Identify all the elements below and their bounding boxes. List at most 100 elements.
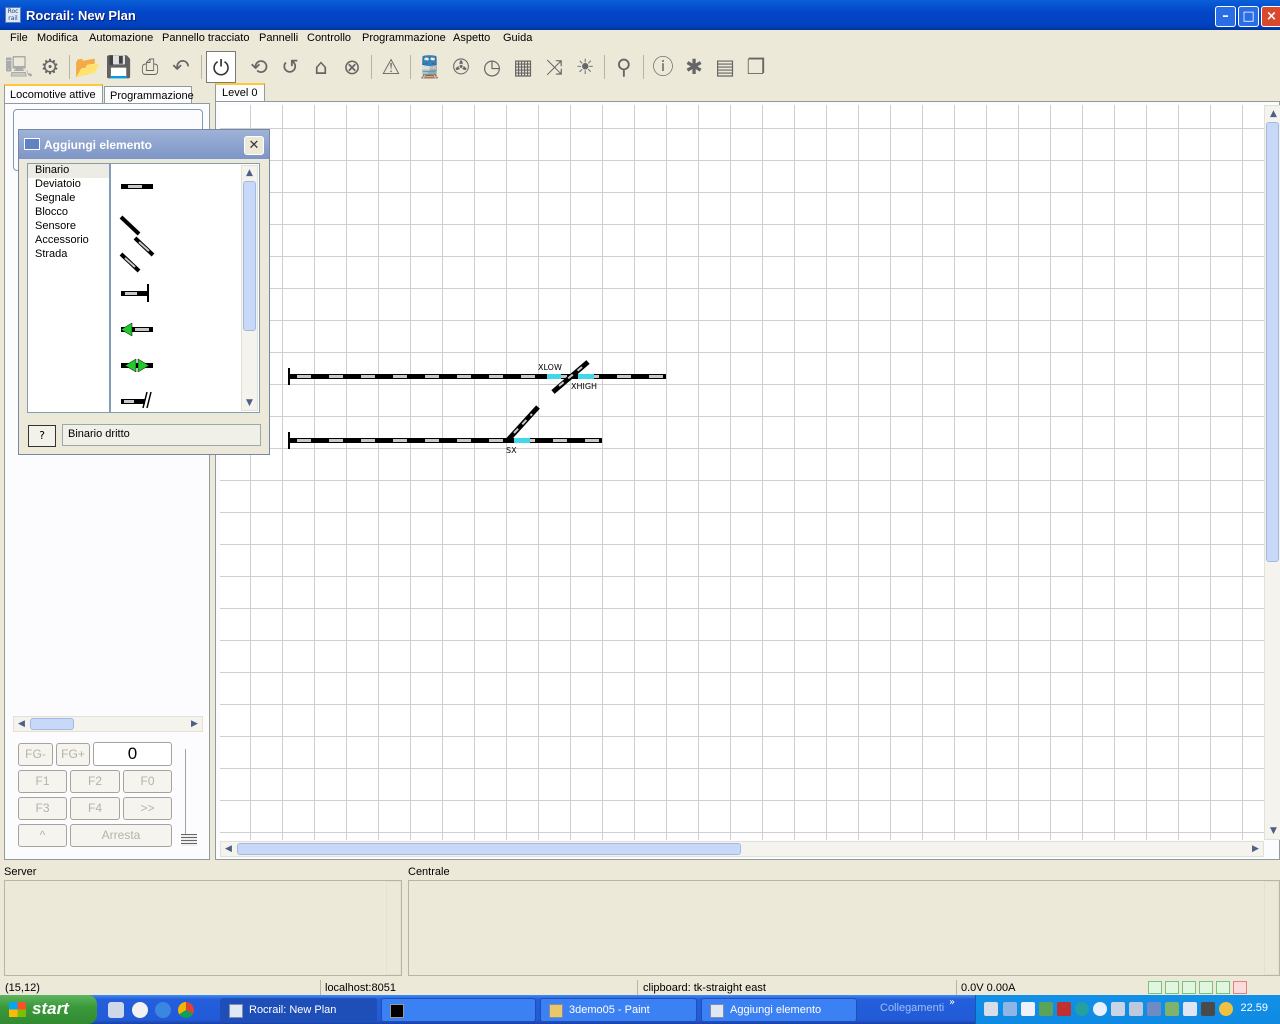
f0-button[interactable]: F0: [123, 770, 172, 793]
connect-icon[interactable]: 🖳: [4, 51, 34, 83]
category-deviatoio[interactable]: Deviatoio: [28, 178, 109, 192]
undo-icon[interactable]: ↶: [166, 51, 196, 83]
scroll-up-icon[interactable]: ▲: [242, 166, 257, 180]
volume-icon[interactable]: [1129, 1002, 1143, 1016]
curve-track-icon[interactable]: [119, 252, 141, 273]
connector-track-icon[interactable]: [121, 391, 152, 409]
tray-icon[interactable]: [1111, 1002, 1125, 1016]
tray-icon[interactable]: [1165, 1002, 1179, 1016]
tray-icon[interactable]: [1147, 1002, 1161, 1016]
hscroll-thumb[interactable]: [30, 718, 74, 730]
fg-plus-button[interactable]: FG+: [56, 743, 90, 766]
start-button[interactable]: start: [0, 995, 97, 1024]
scroll-down-icon[interactable]: ▼: [242, 396, 257, 410]
task-console[interactable]: [381, 998, 536, 1022]
tray-icon[interactable]: [1093, 1002, 1107, 1016]
wrench-icon[interactable]: ✇: [446, 51, 476, 83]
tray-icon[interactable]: [1201, 1002, 1215, 1016]
tray-icon[interactable]: [1075, 1002, 1089, 1016]
centrale-log[interactable]: [408, 880, 1280, 976]
f4-button[interactable]: F4: [70, 797, 120, 820]
direction-button[interactable]: ^: [18, 824, 67, 847]
menu-pannello-tracciato[interactable]: Pannello tracciato: [162, 32, 249, 44]
track-plan-grid[interactable]: [220, 105, 1264, 840]
scroll-down-icon[interactable]: ▼: [1266, 824, 1280, 838]
close-button[interactable]: ×: [1261, 6, 1280, 27]
tray-icon[interactable]: [1039, 1002, 1053, 1016]
info-icon[interactable]: ⓘ: [648, 51, 678, 83]
centrale-log-vscroll[interactable]: [1264, 881, 1279, 975]
shuffle-icon[interactable]: ⤨: [539, 51, 569, 83]
category-segnale[interactable]: Segnale: [28, 192, 109, 206]
maximize-button[interactable]: □: [1238, 6, 1259, 27]
show-desktop-icon[interactable]: [108, 1002, 124, 1018]
chevron-right-icon[interactable]: »: [949, 997, 955, 1008]
category-binario[interactable]: Binario: [28, 164, 109, 178]
bidirectional-track-icon[interactable]: [121, 358, 153, 373]
minimize-button[interactable]: –: [1215, 6, 1236, 27]
light-icon[interactable]: ☀: [570, 51, 600, 83]
pages-icon[interactable]: ❐: [741, 51, 771, 83]
open-icon[interactable]: 📂: [73, 51, 103, 83]
tray-icon[interactable]: [984, 1002, 998, 1016]
dialog-titlebar[interactable]: Aggiungi elemento ✕: [19, 130, 269, 159]
menu-controllo[interactable]: Controllo: [307, 32, 351, 44]
tab-level-0[interactable]: Level 0: [215, 83, 265, 102]
scroll-left-icon[interactable]: ◀: [14, 717, 29, 731]
category-sensore[interactable]: Sensore: [28, 220, 109, 234]
menu-guida[interactable]: Guida: [503, 32, 532, 44]
tray-icon[interactable]: [1219, 1002, 1233, 1016]
speed-slider[interactable]: [185, 749, 197, 844]
speed-slider-handle[interactable]: [181, 834, 197, 846]
fg-minus-button[interactable]: FG-: [18, 743, 53, 766]
scroll-up-icon[interactable]: ▲: [1266, 107, 1280, 121]
settings-icon[interactable]: ⚙: [35, 51, 65, 83]
cycle-icon[interactable]: ⟲: [244, 51, 274, 83]
f3-button[interactable]: F3: [18, 797, 67, 820]
zoom-icon[interactable]: ⚲: [609, 51, 639, 83]
direction-track-icon[interactable]: [120, 322, 153, 337]
element-list-vscroll[interactable]: ▲ ▼: [241, 165, 258, 411]
route-icon[interactable]: ▦: [508, 51, 538, 83]
server-log[interactable]: [4, 880, 402, 976]
links-toolbar[interactable]: Collegamenti: [880, 1002, 944, 1014]
task-rocrail[interactable]: Rocrail: New Plan: [220, 998, 377, 1022]
reset-icon[interactable]: ↺: [275, 51, 305, 83]
clock[interactable]: 22.59: [1240, 1002, 1268, 1014]
menu-programmazione[interactable]: Programmazione: [362, 32, 446, 44]
stop-button[interactable]: Arresta: [70, 824, 172, 847]
plan-hscroll[interactable]: ◀ ▶: [220, 841, 1264, 857]
server-log-vscroll[interactable]: [386, 881, 401, 975]
bug-icon[interactable]: ✱: [679, 51, 709, 83]
document-icon[interactable]: ▤: [710, 51, 740, 83]
task-aggiungi-elemento[interactable]: Aggiungi elemento: [701, 998, 857, 1022]
home-icon[interactable]: ⌂: [306, 51, 336, 83]
tray-icon[interactable]: [1021, 1002, 1035, 1016]
straight-track-icon[interactable]: [121, 184, 153, 189]
hscroll-thumb[interactable]: [237, 843, 741, 855]
menu-file[interactable]: File: [10, 32, 28, 44]
tray-icon[interactable]: [1057, 1002, 1071, 1016]
tab-locomotive-attive[interactable]: Locomotive attive: [4, 84, 103, 103]
scroll-right-icon[interactable]: ▶: [187, 717, 202, 731]
category-strada[interactable]: Strada: [28, 248, 109, 262]
vscroll-thumb[interactable]: [243, 181, 256, 331]
scroll-left-icon[interactable]: ◀: [221, 842, 236, 856]
category-blocco[interactable]: Blocco: [28, 206, 109, 220]
plan-vscroll[interactable]: ▲ ▼: [1264, 105, 1280, 840]
window-titlebar[interactable]: Roc rail Rocrail: New Plan – □ ×: [0, 0, 1280, 30]
menu-automazione[interactable]: Automazione: [89, 32, 153, 44]
power-icon[interactable]: ⏻: [206, 51, 236, 83]
help-button[interactable]: ?: [28, 425, 56, 447]
speedometer-icon[interactable]: ◷: [477, 51, 507, 83]
save-icon[interactable]: 💾: [104, 51, 134, 83]
print-icon[interactable]: ⎙: [135, 51, 165, 83]
locomotive-list-hscroll[interactable]: ◀ ▶: [13, 716, 203, 732]
tray-icon[interactable]: [1183, 1002, 1197, 1016]
warning-icon[interactable]: ⚠: [376, 51, 406, 83]
dialog-close-button[interactable]: ✕: [244, 136, 264, 155]
task-paint[interactable]: 3demo05 - Paint: [540, 998, 697, 1022]
locomotive-icon[interactable]: 🚆: [415, 51, 445, 83]
tray-icon[interactable]: [1003, 1002, 1017, 1016]
menu-pannelli[interactable]: Pannelli: [259, 32, 298, 44]
